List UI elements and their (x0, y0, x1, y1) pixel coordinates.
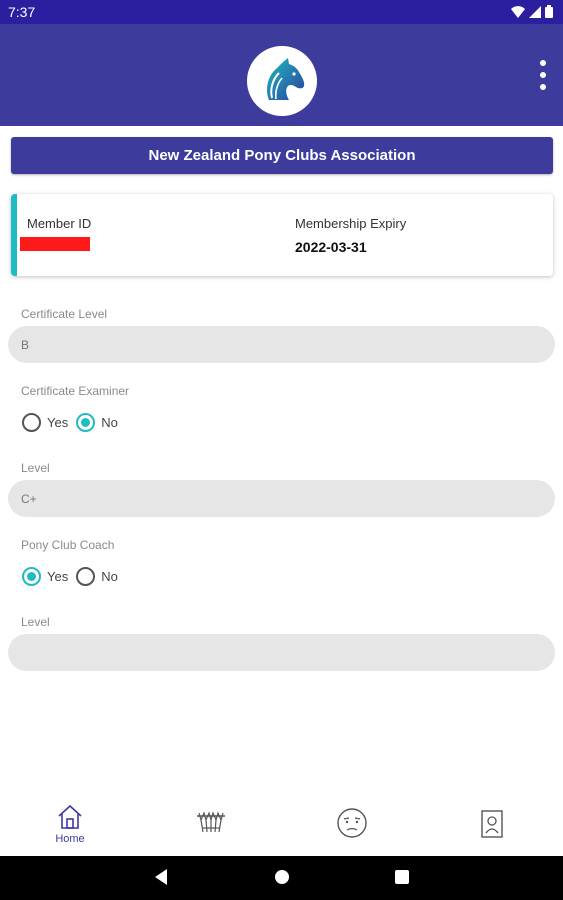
member-id-label: Member ID (27, 216, 92, 231)
examiner-level-field[interactable]: C+ (8, 480, 555, 517)
member-id-redacted (20, 237, 90, 251)
back-icon[interactable] (153, 868, 169, 886)
recents-icon[interactable] (394, 868, 410, 886)
member-card: Member ID Membership Expiry 2022-03-31 (11, 194, 553, 276)
certificate-examiner-yes-label: Yes (47, 415, 69, 430)
cell-signal-icon (529, 5, 541, 18)
nav-home-label: Home (55, 833, 85, 845)
horse-head-logo-icon (247, 46, 317, 116)
nav-item-member-card[interactable] (452, 792, 532, 856)
pony-club-coach-yes-label: Yes (47, 569, 69, 584)
trophy-icon (197, 811, 225, 833)
pony-club-coach-no-label: No (101, 569, 118, 584)
examiner-level-label: Level (21, 461, 50, 475)
certificate-level-value: B (21, 338, 30, 352)
pony-club-coach-no-radio[interactable] (76, 567, 96, 586)
certificate-examiner-no-radio[interactable] (76, 413, 96, 432)
certificate-examiner-no-label: No (101, 415, 118, 430)
certificate-examiner-radio-group: Yes No (22, 413, 126, 432)
organisation-title: New Zealand Pony Clubs Association (148, 147, 416, 164)
coach-level-label: Level (21, 615, 50, 629)
pony-club-coach-yes-radio[interactable] (22, 567, 41, 586)
nav-item-home[interactable]: Home (30, 792, 110, 856)
certificate-level-label: Certificate Level (21, 307, 108, 321)
status-time: 7:37 (8, 4, 36, 20)
certificate-level-field[interactable]: B (8, 326, 555, 363)
organisation-banner: New Zealand Pony Clubs Association (11, 137, 553, 174)
app-bar (0, 24, 563, 126)
face-icon (337, 808, 367, 838)
coach-level-field[interactable] (8, 634, 555, 671)
home-button-icon[interactable] (273, 868, 291, 886)
status-icons (511, 5, 553, 18)
examiner-level-value: C+ (21, 492, 37, 506)
nav-item-face[interactable] (312, 792, 392, 856)
membership-expiry-value: 2022-03-31 (295, 239, 367, 255)
status-bar: 7:37 (0, 0, 563, 24)
system-navigation-bar (0, 856, 563, 900)
battery-icon (545, 5, 553, 18)
more-vert-icon[interactable] (535, 58, 551, 92)
home-icon (58, 804, 82, 829)
wifi-icon (511, 5, 525, 18)
member-card-icon (481, 810, 503, 838)
certificate-examiner-label: Certificate Examiner (21, 384, 130, 398)
pony-club-coach-radio-group: Yes No (22, 567, 126, 586)
pony-club-coach-label: Pony Club Coach (21, 538, 115, 552)
bottom-navigation: Home (0, 792, 563, 856)
nav-item-trophy[interactable] (171, 792, 251, 856)
certificate-examiner-yes-radio[interactable] (22, 413, 41, 432)
membership-expiry-label: Membership Expiry (295, 216, 407, 231)
